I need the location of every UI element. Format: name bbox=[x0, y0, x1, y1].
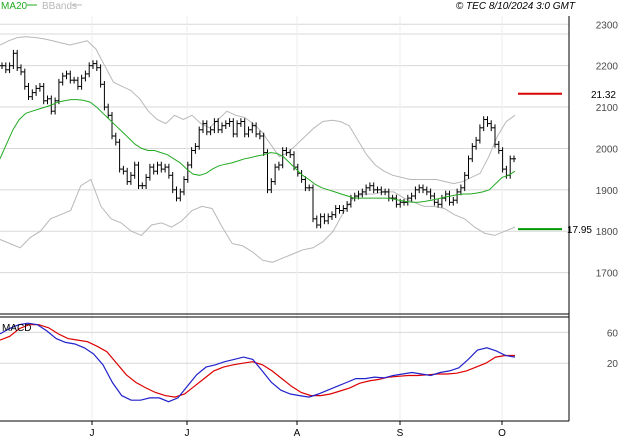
stock-chart: 21.32 17.95 1700 1800 1900 2000 2100 2200 2300 J… bbox=[0, 0, 627, 440]
x-tick-label-4: O bbox=[498, 428, 506, 439]
y-tick-label-2000: 2000 bbox=[596, 144, 619, 155]
y-tick-label-2100: 2100 bbox=[596, 103, 619, 114]
legend-ma20: MA20 bbox=[1, 1, 28, 12]
support-label: 17.95 bbox=[567, 225, 592, 236]
y-tick-label-2200: 2200 bbox=[596, 62, 619, 73]
macd-title: MACD bbox=[2, 323, 31, 334]
x-tick-label-1: J bbox=[185, 428, 190, 439]
y-tick-label-1900: 1900 bbox=[596, 186, 619, 197]
x-tick-label-2: A bbox=[294, 428, 301, 439]
y-tick-label-2300: 2300 bbox=[596, 20, 619, 31]
macd-y-tick-label-60: 60 bbox=[607, 328, 619, 339]
x-tick-label-0: J bbox=[90, 428, 95, 439]
legend-bbands: BBands bbox=[42, 1, 77, 12]
copyright-text: © TEC 8/10/2024 3:0 GMT bbox=[456, 1, 576, 12]
legend: MA20 BBands bbox=[1, 1, 82, 12]
x-tick-label-3: S bbox=[397, 428, 404, 439]
macd-y-tick-label-20: 20 bbox=[607, 359, 619, 370]
y-tick-label-1700: 1700 bbox=[596, 269, 619, 280]
resistance-label: 21.32 bbox=[591, 90, 616, 101]
y-tick-label-1800: 1800 bbox=[596, 227, 619, 238]
